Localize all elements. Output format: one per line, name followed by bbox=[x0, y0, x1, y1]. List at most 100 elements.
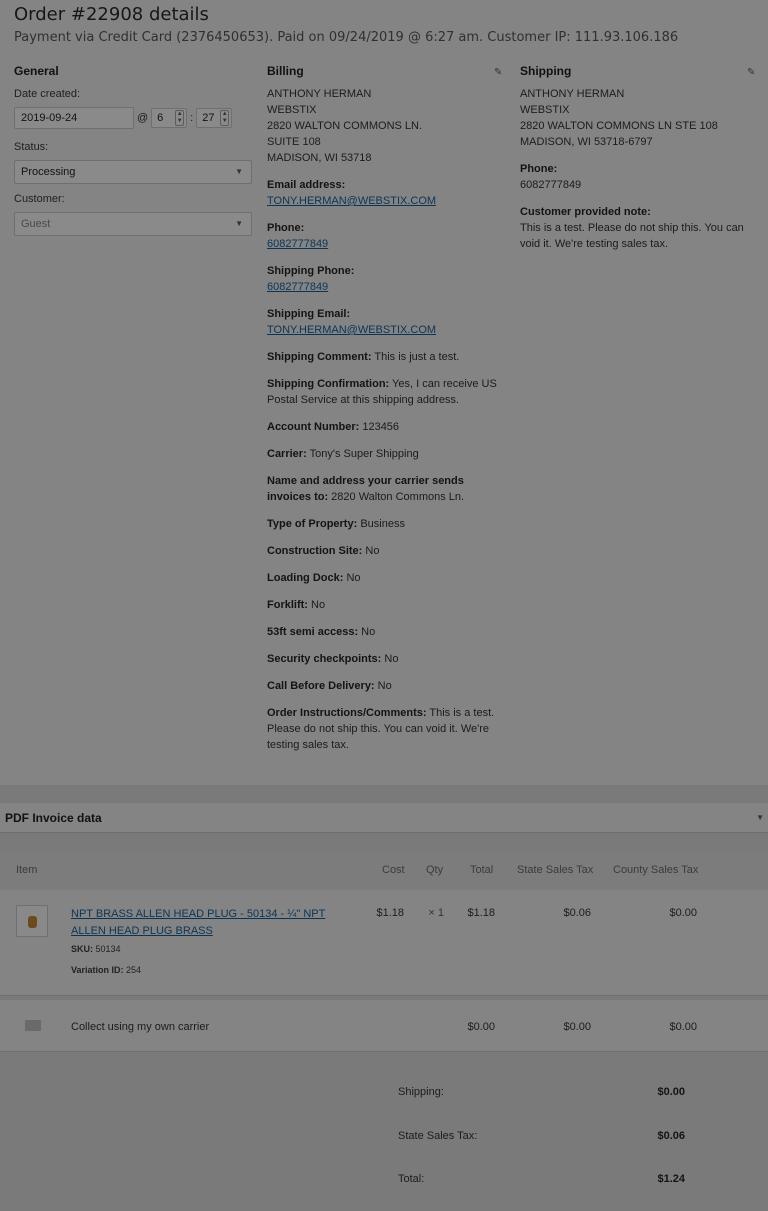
field-value: 123456 bbox=[359, 421, 400, 433]
billing-shipping-email: Shipping Email: TONY.HERMAN@WEBSTIX.COM bbox=[267, 306, 507, 338]
billing-address-line: WEBSTIX bbox=[267, 104, 317, 116]
field-value: No bbox=[381, 653, 399, 665]
field-value: No bbox=[362, 545, 380, 557]
shipping-phone-value: 6082777849 bbox=[520, 179, 582, 191]
field-label: Security checkpoints: bbox=[267, 653, 382, 665]
shipping-address: ANTHONY HERMAN WEBSTIX 2820 WALTON COMMO… bbox=[520, 86, 756, 150]
customer-note-label: Customer provided note: bbox=[520, 206, 651, 218]
sku-value: 50134 bbox=[93, 944, 121, 954]
order-totals: Shipping: $0.00 State Sales Tax: $0.06 T… bbox=[0, 1053, 768, 1211]
chevron-down-icon: ▼ bbox=[235, 219, 243, 228]
totals-shipping-label: Shipping: bbox=[398, 1086, 444, 1098]
billing-field: Forklift: No bbox=[267, 597, 507, 613]
billing-phone: Phone: 6082777849 bbox=[267, 220, 507, 252]
totals-state-tax-label: State Sales Tax: bbox=[398, 1130, 478, 1142]
product-link[interactable]: NPT BRASS ALLEN HEAD PLUG - 50134 - ¼" N… bbox=[71, 906, 331, 940]
billing-email-link[interactable]: TONY.HERMAN@WEBSTIX.COM bbox=[267, 195, 436, 207]
customer-label: Customer: bbox=[14, 193, 65, 205]
hour-spinner[interactable]: ▲ ▼ bbox=[175, 110, 185, 126]
totals-shipping-value: $0.00 bbox=[657, 1086, 685, 1098]
item-qty: × 1 bbox=[428, 907, 444, 919]
item-state-tax: $0.06 bbox=[563, 907, 591, 919]
billing-field: Construction Site: No bbox=[267, 543, 507, 559]
field-label: Type of Property: bbox=[267, 518, 358, 530]
column-header-item: Item bbox=[16, 864, 38, 876]
date-created-input[interactable]: 2019-09-24 bbox=[14, 107, 134, 129]
billing-field: Call Before Delivery: No bbox=[267, 678, 507, 694]
billing-field: Name and address your carrier sends invo… bbox=[267, 473, 507, 505]
shipping-column: Shipping ✎ ANTHONY HERMAN WEBSTIX 2820 W… bbox=[520, 63, 756, 252]
field-value: Business bbox=[357, 518, 405, 530]
item-cost: $1.18 bbox=[376, 907, 404, 919]
field-label: Shipping Confirmation: bbox=[267, 378, 390, 390]
field-value: No bbox=[343, 572, 361, 584]
caret-down-icon[interactable]: ▼ bbox=[756, 813, 764, 822]
minute-input[interactable]: 27 ▲ ▼ bbox=[196, 108, 233, 128]
field-label: Order Instructions/Comments: bbox=[267, 707, 427, 719]
shipping-phone-link[interactable]: 6082777849 bbox=[267, 281, 328, 293]
page-title: Order #22908 details bbox=[14, 4, 209, 25]
pencil-icon[interactable]: ✎ bbox=[747, 65, 755, 81]
shipping-phone-label: Phone: bbox=[520, 163, 558, 175]
field-value: No bbox=[307, 599, 326, 611]
order-payment-info: Payment via Credit Card (2376450653). Pa… bbox=[14, 30, 679, 45]
product-thumbnail[interactable] bbox=[16, 905, 48, 937]
minute-spinner[interactable]: ▲ ▼ bbox=[220, 110, 230, 126]
billing-address-line: 2820 WALTON COMMONS LN. bbox=[267, 120, 423, 132]
totals-total-value: $1.24 bbox=[657, 1173, 685, 1185]
field-label: Call Before Delivery: bbox=[267, 680, 375, 692]
customer-note-text: This is a test. Please do not ship this.… bbox=[520, 222, 744, 250]
status-select[interactable]: Processing ▼ bbox=[14, 160, 252, 184]
at-separator: @ bbox=[137, 112, 149, 124]
item-county-tax: $0.00 bbox=[669, 907, 697, 919]
variation-label: Variation ID: bbox=[71, 965, 124, 975]
field-label: Construction Site: bbox=[267, 545, 363, 557]
shipping-phone: Phone: 6082777849 bbox=[520, 161, 756, 193]
shipping-heading: Shipping bbox=[520, 64, 572, 78]
shipping-line-total: $0.00 bbox=[467, 1021, 495, 1033]
billing-phone-label: Phone: bbox=[267, 222, 305, 234]
billing-phone-link[interactable]: 6082777849 bbox=[267, 238, 328, 250]
field-label: Forklift: bbox=[267, 599, 308, 611]
field-label: Carrier: bbox=[267, 448, 307, 460]
field-value: No bbox=[374, 680, 392, 692]
billing-email: Email address: TONY.HERMAN@WEBSTIX.COM bbox=[267, 177, 507, 209]
truck-icon bbox=[25, 1020, 41, 1031]
column-header-county-tax: County Sales Tax bbox=[613, 864, 699, 876]
billing-field: Order Instructions/Comments: This is a t… bbox=[267, 705, 507, 753]
billing-address: ANTHONY HERMAN WEBSTIX 2820 WALTON COMMO… bbox=[267, 86, 507, 166]
pdf-invoice-metabox-header[interactable]: PDF Invoice data ▼ bbox=[0, 803, 768, 833]
pdf-invoice-title: PDF Invoice data bbox=[5, 811, 102, 825]
billing-address-line: ANTHONY HERMAN bbox=[267, 88, 372, 100]
general-heading: General bbox=[14, 64, 59, 78]
chevron-down-icon: ▼ bbox=[235, 167, 243, 176]
pencil-icon[interactable]: ✎ bbox=[494, 65, 502, 81]
shipping-address-line: WEBSTIX bbox=[520, 104, 570, 116]
shipping-method-name: Collect using my own carrier bbox=[71, 1021, 210, 1033]
item-total: $1.18 bbox=[467, 907, 495, 919]
field-label: 53ft semi access: bbox=[267, 626, 359, 638]
shipping-email-label: Shipping Email: bbox=[267, 308, 351, 320]
field-label: Shipping Comment: bbox=[267, 351, 372, 363]
minute-value: 27 bbox=[202, 112, 215, 124]
shipping-email-link[interactable]: TONY.HERMAN@WEBSTIX.COM bbox=[267, 324, 436, 336]
variation-value: 254 bbox=[123, 965, 142, 975]
hour-input[interactable]: 6 ▲ ▼ bbox=[151, 108, 188, 128]
order-data-panel: Order #22908 details Payment via Credit … bbox=[0, 0, 768, 785]
field-value: No bbox=[358, 626, 376, 638]
shipping-address-line: ANTHONY HERMAN bbox=[520, 88, 625, 100]
billing-address-line: SUITE 108 bbox=[267, 136, 321, 148]
billing-field: Shipping Comment: This is just a test. bbox=[267, 349, 507, 365]
billing-column: Billing ✎ ANTHONY HERMAN WEBSTIX 2820 WA… bbox=[267, 63, 507, 753]
sku-label: SKU: bbox=[71, 944, 93, 954]
billing-shipping-phone: Shipping Phone: 6082777849 bbox=[267, 263, 507, 295]
column-header-cost: Cost bbox=[382, 864, 405, 876]
billing-field: Shipping Confirmation: Yes, I can receiv… bbox=[267, 376, 507, 408]
general-column: General Date created: 2019-09-24 @ 6 ▲ ▼ … bbox=[14, 63, 252, 243]
column-header-qty: Qty bbox=[426, 864, 444, 876]
field-value: Tony's Super Shipping bbox=[306, 448, 419, 460]
customer-select[interactable]: Guest ▼ bbox=[14, 212, 252, 236]
hour-value: 6 bbox=[157, 112, 164, 124]
items-table-header: Item Cost Qty Total State Sales Tax Coun… bbox=[0, 852, 768, 890]
product-image-icon bbox=[28, 916, 37, 928]
